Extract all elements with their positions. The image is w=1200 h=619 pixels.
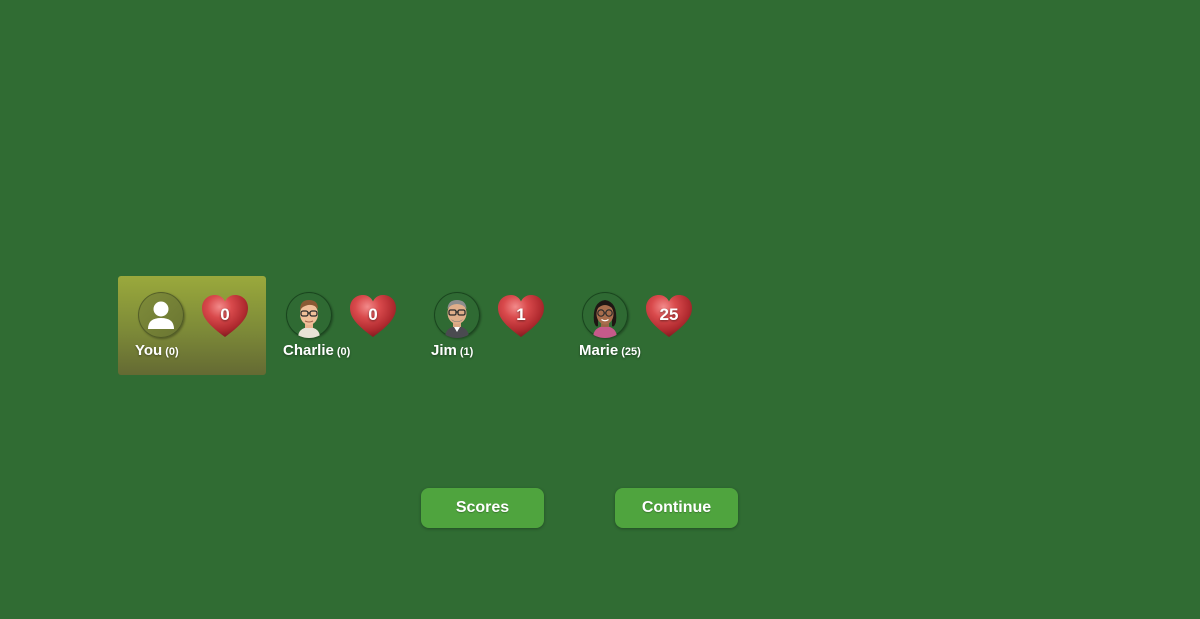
jim-avatar	[434, 292, 480, 338]
heart-counter: 0	[200, 294, 250, 340]
marie-avatar	[582, 292, 628, 338]
heart-counter: 1	[496, 294, 546, 340]
player-score: (1)	[459, 346, 474, 358]
player-label: Jim (1)	[431, 342, 473, 360]
player-score: (0)	[165, 346, 179, 358]
heart-counter: 0	[348, 294, 398, 340]
heart-count: 25	[659, 305, 679, 324]
game-table: 0 You (0) 0 Charlie (0) 1 Jim (1) 25 Mar…	[0, 0, 1200, 619]
heart-count: 0	[220, 305, 230, 324]
player-label: Charlie (0)	[283, 342, 350, 360]
player-panel-marie: 25 Marie (25)	[562, 276, 710, 375]
player-label: Marie (25)	[579, 342, 641, 360]
continue-button[interactable]: Continue	[615, 488, 738, 528]
scores-button[interactable]: Scores	[421, 488, 544, 528]
player-score: (0)	[336, 346, 351, 358]
player-name: You	[135, 342, 163, 359]
user-silhouette-icon	[138, 292, 184, 338]
player-name: Marie	[579, 342, 619, 359]
player-panel-jim: 1 Jim (1)	[414, 276, 562, 375]
heart-count: 0	[368, 305, 378, 324]
player-label: You (0)	[135, 342, 179, 360]
player-score: (25)	[621, 346, 641, 358]
heart-count: 1	[516, 305, 526, 324]
player-panel-charlie: 0 Charlie (0)	[266, 276, 414, 375]
player-name: Charlie	[283, 342, 334, 359]
player-panel-you: 0 You (0)	[118, 276, 266, 375]
heart-counter: 25	[644, 294, 694, 340]
player-name: Jim	[431, 342, 457, 359]
charlie-avatar	[286, 292, 332, 338]
